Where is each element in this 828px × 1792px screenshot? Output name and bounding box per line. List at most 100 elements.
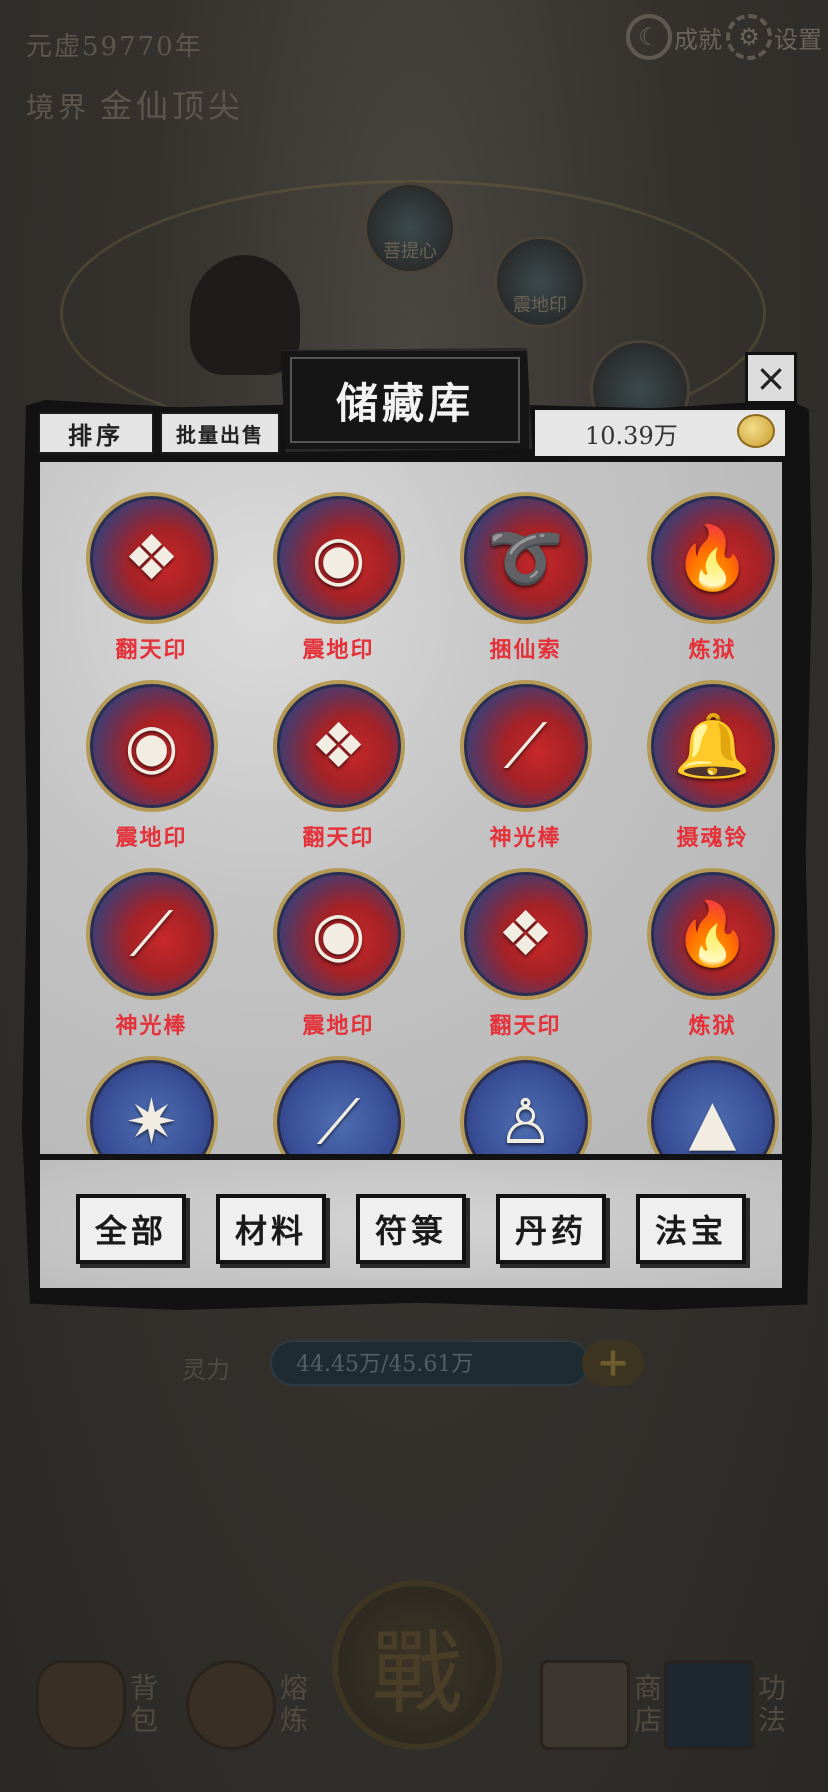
orb-earth-seal-label: 震地印 [513,295,567,316]
seal-icon: ❖ [497,897,554,970]
pagoda-icon: ▲ [688,1085,737,1154]
item-name: 翻天印 [115,637,188,663]
item-slot[interactable]: ◉ 震地印 [58,680,245,851]
flame-icon: 🔥 [673,897,752,970]
item-name: 震地印 [302,1013,375,1039]
item-name: 震地印 [302,637,375,663]
coin-amount: 10.39万 [585,421,678,450]
forge-icon [186,1660,276,1750]
nav-skills[interactable]: 功法 [664,1660,790,1750]
item-slot[interactable]: ⟋ 神光棒 [58,868,245,1039]
item-name: 翻天印 [489,1013,562,1039]
filter-talismans[interactable]: 符箓 [356,1194,466,1264]
item-slot[interactable]: 🔔 摄魂铃 [619,680,782,851]
filter-treasures[interactable]: 法宝 [636,1194,746,1264]
item-icon-frame: ❖ [459,868,592,1000]
seal-icon: ❖ [123,521,180,594]
realm-label: 境界 [26,91,91,124]
filter-bar: 全部 材料 符箓 丹药 法宝 [40,1160,782,1288]
item-slot[interactable]: ◉ 震地印 [245,868,432,1039]
earth-seal-icon: ◉ [124,709,179,782]
settings-label: 设置 [774,25,822,54]
item-name: 炼狱 [688,1013,737,1039]
spirit-power-row: 灵力 44.45万/45.61万 + [0,1340,828,1400]
item-name: 震地印 [115,825,188,851]
item-icon-frame: ▲ [646,1056,779,1154]
item-icon-frame: ⟋ [459,680,592,812]
nav-skills-label: 功法 [754,1673,787,1737]
rope-icon: ➰ [486,521,565,594]
item-icon-frame: 🔥 [646,868,779,1000]
staff-icon: ⟋ [129,897,174,970]
spirit-plus-button[interactable]: + [582,1340,644,1386]
puppet-icon: ♙ [497,1085,554,1154]
spirit-label: 灵力 [182,1356,230,1384]
item-icon-frame: ⟋ [272,1056,405,1154]
dialog-title-plate: 储藏库 [280,348,532,452]
realm-row: 境界 金仙顶尖 [26,81,244,127]
item-icon-frame: ⟋ [85,868,218,1000]
spirit-bar: 44.45万/45.61万 [270,1340,590,1386]
item-icon-frame: ✷ [85,1056,218,1154]
item-slot[interactable]: 🔥 炼狱 [619,492,782,663]
settings-button[interactable]: ⚙ 设置 [726,14,822,60]
nav-bag-label: 背包 [126,1673,159,1737]
orb-earth-seal[interactable]: 震地印 [494,236,586,328]
nav-forge-label: 熔炼 [276,1673,309,1737]
batch-sell-button[interactable]: 批量出售 [160,412,280,454]
item-slot[interactable]: ➰ 捆仙索 [432,492,619,663]
achievement-button[interactable]: ☾ 成就 [626,14,722,60]
item-grid-area[interactable]: ❖ 翻天印 ◉ 震地印 ➰ 捆仙索 🔥 炼狱 ◉ 震地印 ❖ 翻天印 ⟋ 神光棒 🔔 摄魂铃 ⟋ 神光棒 ◉ 震地印 ❖… [40,462,782,1154]
sort-button[interactable]: 排序 [38,412,154,454]
item-slot[interactable]: ❖ 翻天印 [432,868,619,1039]
filter-materials[interactable]: 材料 [216,1194,326,1264]
battle-button[interactable]: 戰 [332,1580,502,1750]
realm-value: 金仙顶尖 [100,87,245,125]
item-slot[interactable]: 🔥 炼狱 [619,868,782,1039]
item-name: 摄魂铃 [676,825,749,851]
achievement-label: 成就 [674,25,722,54]
item-slot[interactable]: ▲ [619,1056,782,1154]
coin-display: 10.39万 [535,410,785,456]
item-icon-frame: ❖ [272,680,405,812]
item-name: 神光棒 [115,1013,188,1039]
orb-bodhi-label: 菩提心 [383,241,437,262]
item-icon-frame: 🔔 [646,680,779,812]
bag-icon [36,1660,126,1750]
item-slot[interactable]: ♙ [432,1056,619,1154]
gear-icon: ⚙ [726,14,772,60]
bell-icon: 🔔 [673,709,752,782]
nav-bag[interactable]: 背包 [36,1660,162,1750]
era-text: 元虚59770年 [26,32,203,62]
item-name: 神光棒 [489,825,562,851]
spear-icon: ⟋ [316,1085,361,1154]
item-slot[interactable]: ◉ 震地印 [245,492,432,663]
nav-shop[interactable]: 商店 [540,1660,666,1750]
scroll-icon [540,1660,630,1750]
filter-all[interactable]: 全部 [76,1194,186,1264]
filter-pills[interactable]: 丹药 [496,1194,606,1264]
coin-icon [737,414,775,448]
flame-icon: 🔥 [673,521,752,594]
item-icon-frame: ◉ [272,492,405,624]
orb-bodhi[interactable]: 菩提心 [364,182,456,274]
item-icon-frame: ♙ [459,1056,592,1154]
close-icon: × [755,356,787,400]
item-icon-frame: ➰ [459,492,592,624]
item-slot[interactable]: ⟋ 神光棒 [432,680,619,851]
nav-forge[interactable]: 熔炼 [186,1660,312,1750]
item-slot[interactable]: ⟋ [245,1056,432,1154]
star-blade-icon: ✷ [125,1085,178,1154]
nav-shop-label: 商店 [630,1673,663,1737]
item-slot[interactable]: ❖ 翻天印 [245,680,432,851]
dialog-title: 储藏库 [290,357,520,443]
item-slot[interactable]: ❖ 翻天印 [58,492,245,663]
item-slot[interactable]: ✷ [58,1056,245,1154]
earth-seal-icon: ◉ [311,521,366,594]
item-name: 捆仙索 [489,637,562,663]
close-button[interactable]: × [745,352,797,404]
item-name: 翻天印 [302,825,375,851]
item-icon-frame: ◉ [85,680,218,812]
item-icon-frame: 🔥 [646,492,779,624]
earth-seal-icon: ◉ [311,897,366,970]
